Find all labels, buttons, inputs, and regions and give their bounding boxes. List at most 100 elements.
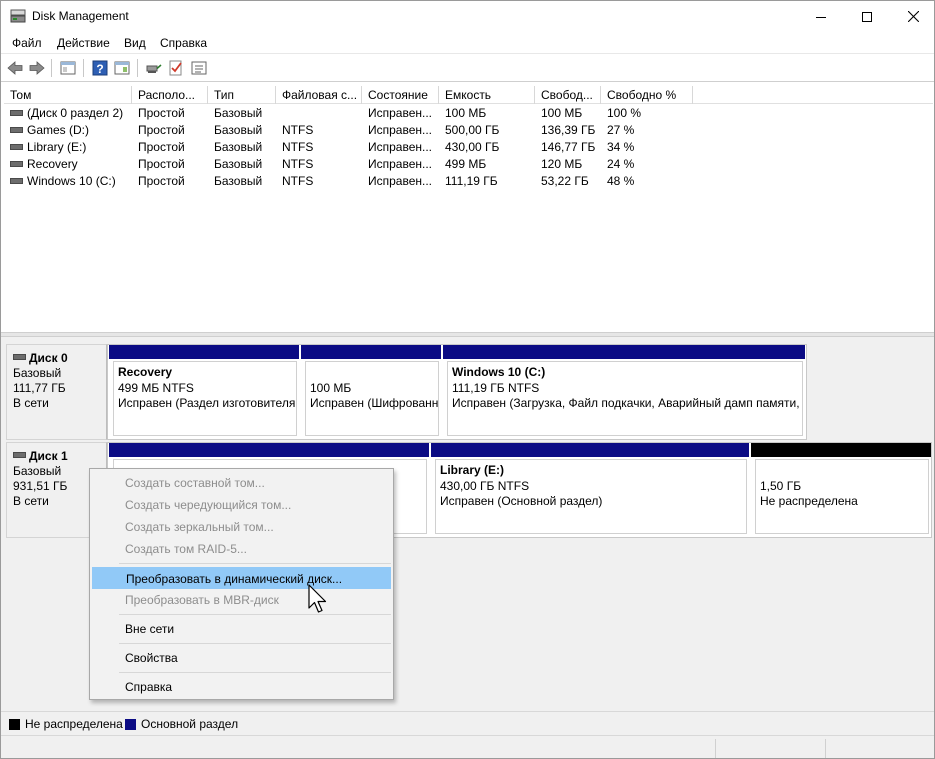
mouse-cursor-icon: [308, 584, 327, 613]
legend-unallocated-swatch: [9, 719, 20, 730]
context-menu-item[interactable]: Создать зеркальный том...: [92, 516, 391, 538]
partition-size: 111,19 ГБ NTFS: [452, 380, 540, 395]
partition-size: 499 МБ NTFS: [118, 380, 194, 395]
column-filesystem[interactable]: Файловая с...: [276, 86, 362, 104]
table-cell: 27 %: [601, 122, 693, 139]
menu-help[interactable]: Справка: [160, 36, 207, 50]
cell-text: 100 МБ: [445, 106, 487, 120]
connect-icon[interactable]: [145, 59, 163, 77]
column-layout[interactable]: Располо...: [132, 86, 208, 104]
table-row[interactable]: Library (E:) Простой Базовый NTFS Исправен..…: [4, 139, 933, 156]
console-tree-icon[interactable]: [59, 59, 77, 77]
partition-recovery[interactable]: Recovery 499 МБ NTFS Исправен (Раздел из…: [109, 345, 299, 439]
table-cell: 100 МБ: [535, 105, 601, 122]
close-button[interactable]: [890, 1, 934, 32]
minimize-icon: [816, 16, 826, 18]
cell-text: Library (E:): [27, 140, 87, 154]
table-cell: Базовый: [208, 173, 276, 190]
action-pane-icon[interactable]: [113, 59, 131, 77]
table-row[interactable]: (Диск 0 раздел 2) Простой Базовый Исправен.…: [4, 105, 933, 122]
table-header: Том Располо... Тип Файловая с... Состоян…: [4, 86, 933, 104]
cell-text: Простой: [138, 174, 185, 188]
menu-file[interactable]: Файл: [12, 36, 42, 50]
column-free-percent[interactable]: Свободно %: [601, 86, 693, 104]
status-cell: [825, 739, 934, 758]
back-arrow-icon[interactable]: [6, 59, 24, 77]
help-icon[interactable]: ?: [91, 59, 109, 77]
disk-status: В сети: [13, 396, 49, 410]
table-row[interactable]: Windows 10 (C:) Простой Базовый NTFS Исправе…: [4, 173, 933, 190]
context-menu-item[interactable]: Создать составной том...: [92, 472, 391, 494]
context-menu-separator: [119, 672, 391, 673]
context-menu-item[interactable]: Справка: [92, 676, 391, 698]
context-menu-item[interactable]: Преобразовать в динамический диск...: [92, 567, 391, 589]
column-status[interactable]: Состояние: [362, 86, 439, 104]
table-cell: NTFS: [276, 156, 362, 173]
context-menu-item[interactable]: Вне сети: [92, 618, 391, 640]
table-cell: Recovery: [4, 156, 132, 173]
toolbar-separator: [51, 59, 52, 77]
cell-text: Исправен...: [368, 140, 433, 154]
cell-text: 34 %: [607, 140, 635, 154]
table-cell: 48 %: [601, 173, 693, 190]
column-type[interactable]: Тип: [208, 86, 276, 104]
table-cell: Базовый: [208, 156, 276, 173]
disk-icon: [13, 452, 26, 459]
forward-arrow-icon[interactable]: [28, 59, 46, 77]
table-cell: Исправен...: [362, 173, 439, 190]
cell-text: Исправен...: [368, 174, 433, 188]
partition-title: Library (E:): [440, 463, 505, 477]
table-cell: Базовый: [208, 139, 276, 156]
partition-efi[interactable]: 100 МБ Исправен (Шифрованн: [301, 345, 441, 439]
table-cell: 24 %: [601, 156, 693, 173]
cell-text: Базовый: [214, 174, 263, 188]
partition-unallocated[interactable]: 1,50 ГБ Не распределена: [751, 443, 931, 537]
toolbar-separator: [83, 59, 84, 77]
table-row[interactable]: Recovery Простой Базовый NTFS Исправен... 499…: [4, 156, 933, 173]
table-cell: NTFS: [276, 139, 362, 156]
column-volume[interactable]: Том: [4, 86, 132, 104]
cell-text: Простой: [138, 123, 185, 137]
cell-text: NTFS: [282, 140, 314, 154]
cell-text: Простой: [138, 106, 185, 120]
disk-name: Диск 1: [29, 449, 68, 463]
partition-library[interactable]: Library (E:) 430,00 ГБ NTFS Исправен (Ос…: [431, 443, 749, 537]
properties-icon[interactable]: [190, 59, 208, 77]
context-menu-separator: [119, 614, 391, 615]
table-cell: 500,00 ГБ: [439, 122, 535, 139]
context-menu-item[interactable]: Свойства: [92, 647, 391, 669]
context-menu-item[interactable]: Создать том RAID-5...: [92, 538, 391, 560]
context-menu-item[interactable]: Преобразовать в MBR-диск: [92, 589, 391, 611]
table-cell: Исправен...: [362, 105, 439, 122]
cell-text: NTFS: [282, 157, 314, 171]
disk-0-label[interactable]: Диск 0 Базовый 111,77 ГБ В сети: [6, 344, 107, 440]
table-cell: Games (D:): [4, 122, 132, 139]
volume-icon: [10, 143, 23, 150]
partition-title: Windows 10 (C:): [452, 365, 546, 379]
context-menu-item[interactable]: Создать чередующийся том...: [92, 494, 391, 516]
partition-status: Исправен (Раздел изготовителя: [118, 396, 296, 410]
partition-windows[interactable]: Windows 10 (C:) 111,19 ГБ NTFS Исправен …: [443, 345, 805, 439]
cell-text: Исправен...: [368, 123, 433, 137]
cell-text: Windows 10 (C:): [27, 174, 116, 188]
partition-type-bar: [751, 443, 931, 457]
table-cell: NTFS: [276, 173, 362, 190]
partition-title: [760, 463, 928, 479]
window-title: Disk Management: [32, 9, 129, 23]
cell-text: Исправен...: [368, 157, 433, 171]
maximize-button[interactable]: [844, 1, 890, 32]
menu-view[interactable]: Вид: [124, 36, 146, 50]
column-capacity[interactable]: Емкость: [439, 86, 535, 104]
minimize-button[interactable]: [798, 1, 844, 32]
cell-text: 111,19 ГБ: [445, 174, 498, 188]
table-cell: 120 МБ: [535, 156, 601, 173]
partition-status: Не распределена: [760, 494, 858, 508]
check-icon[interactable]: [167, 59, 185, 77]
cell-text: Базовый: [214, 106, 263, 120]
table-cell: Простой: [132, 105, 208, 122]
cell-text: NTFS: [282, 174, 314, 188]
menu-action[interactable]: Действие: [57, 36, 110, 50]
table-row[interactable]: Games (D:) Простой Базовый NTFS Исправен... 5…: [4, 122, 933, 139]
disk-context-menu: Создать составной том... Создать чередующ…: [89, 468, 394, 700]
column-free-space[interactable]: Свобод...: [535, 86, 601, 104]
